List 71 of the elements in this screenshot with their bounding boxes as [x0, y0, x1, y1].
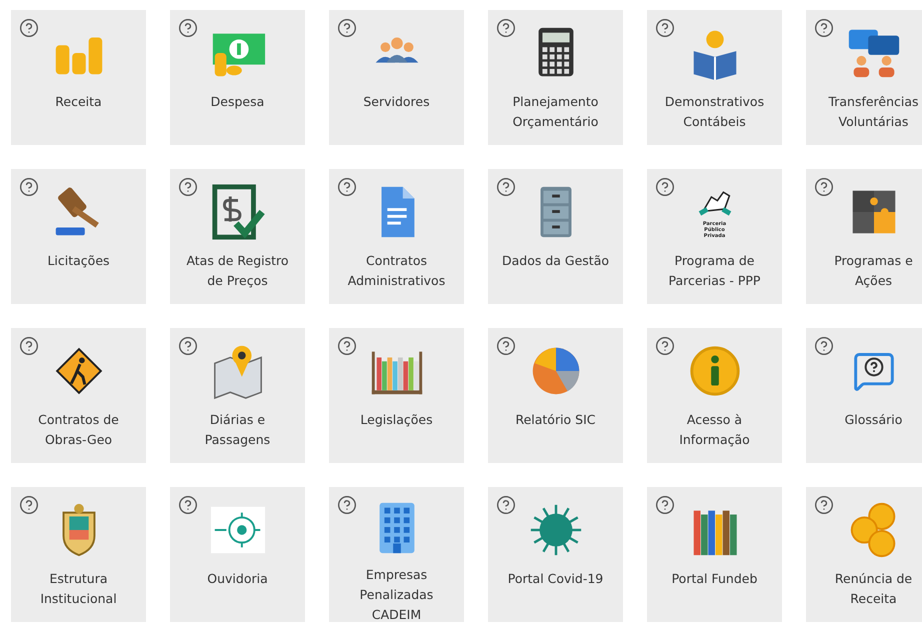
tile-label: Programa de Parcerias - PPP — [668, 252, 762, 290]
help-icon[interactable] — [496, 495, 516, 515]
help-icon[interactable] — [655, 177, 675, 197]
service-tile[interactable]: Estrutura Institucional — [11, 487, 146, 622]
help-icon[interactable] — [655, 18, 675, 38]
tile-label: Programas e Ações — [833, 252, 914, 290]
service-tile[interactable]: Atas de Registro de Preços — [170, 169, 305, 304]
service-tile[interactable]: Dados da Gestão — [488, 169, 623, 304]
help-icon[interactable] — [19, 18, 39, 38]
help-icon[interactable] — [655, 495, 675, 515]
help-icon[interactable] — [814, 177, 834, 197]
service-tile[interactable]: Ouvidoria — [170, 487, 305, 622]
help-icon[interactable] — [337, 177, 357, 197]
tile-label: Receita — [54, 93, 103, 111]
service-tile[interactable]: Legislações — [329, 328, 464, 463]
help-icon[interactable] — [496, 177, 516, 197]
service-tile[interactable]: Licitações — [11, 169, 146, 304]
tile-label: Renúncia de Receita — [834, 570, 914, 608]
service-tile[interactable]: Planejamento Orçamentário — [488, 10, 623, 145]
tile-label: Contratos Administrativos — [346, 252, 446, 290]
service-tile[interactable]: Empresas Penalizadas CADEIM — [329, 487, 464, 622]
help-icon[interactable] — [19, 177, 39, 197]
tile-label: Legislações — [359, 411, 434, 429]
help-icon[interactable] — [496, 18, 516, 38]
service-tile[interactable]: Demonstrativos Contábeis — [647, 10, 782, 145]
service-tile[interactable]: Acesso à Informação — [647, 328, 782, 463]
tile-label: Portal Fundeb — [670, 570, 758, 588]
service-tile[interactable]: Renúncia de Receita — [806, 487, 922, 622]
help-icon[interactable] — [178, 495, 198, 515]
service-tile[interactable]: Programas e Ações — [806, 169, 922, 304]
help-icon[interactable] — [814, 336, 834, 356]
service-tile[interactable]: Relatório SIC — [488, 328, 623, 463]
tile-label: Atas de Registro de Preços — [185, 252, 290, 290]
help-icon[interactable] — [178, 18, 198, 38]
tile-label: Servidores — [362, 93, 431, 111]
service-tile[interactable]: Contratos Administrativos — [329, 169, 464, 304]
tile-label: Empresas Penalizadas CADEIM — [358, 566, 434, 623]
help-icon[interactable] — [496, 336, 516, 356]
help-icon[interactable] — [178, 177, 198, 197]
tile-label: Licitações — [46, 252, 111, 270]
tile-label: Planejamento Orçamentário — [512, 93, 600, 131]
service-tile[interactable]: Contratos de Obras-Geo — [11, 328, 146, 463]
tile-label: Relatório SIC — [514, 411, 597, 429]
help-icon[interactable] — [337, 18, 357, 38]
tile-label: Portal Covid-19 — [506, 570, 604, 588]
service-tile[interactable]: Transferências Voluntárias — [806, 10, 922, 145]
help-icon[interactable] — [814, 495, 834, 515]
tile-label: Estrutura Institucional — [39, 570, 118, 608]
tile-label: Demonstrativos Contábeis — [664, 93, 766, 131]
service-tile[interactable]: Portal Fundeb — [647, 487, 782, 622]
tile-label: Glossário — [844, 411, 904, 429]
tile-label: Diárias e Passagens — [204, 411, 272, 449]
help-icon[interactable] — [814, 18, 834, 38]
help-icon[interactable] — [337, 336, 357, 356]
help-icon[interactable] — [19, 495, 39, 515]
tile-label: Contratos de Obras-Geo — [37, 411, 120, 449]
tile-label: Dados da Gestão — [500, 252, 610, 270]
tile-label: Ouvidoria — [206, 570, 269, 588]
service-tile[interactable]: Diárias e Passagens — [170, 328, 305, 463]
help-icon[interactable] — [655, 336, 675, 356]
service-tile[interactable]: Servidores — [329, 10, 464, 145]
tile-label: Acesso à Informação — [678, 411, 751, 449]
help-icon[interactable] — [337, 495, 357, 515]
tile-label: Despesa — [210, 93, 266, 111]
service-tile[interactable]: Glossário — [806, 328, 922, 463]
tile-label: Transferências Voluntárias — [827, 93, 920, 131]
service-tile[interactable]: Despesa — [170, 10, 305, 145]
help-icon[interactable] — [19, 336, 39, 356]
help-icon[interactable] — [178, 336, 198, 356]
service-tile[interactable]: Portal Covid-19 — [488, 487, 623, 622]
service-tile[interactable]: Receita — [11, 10, 146, 145]
